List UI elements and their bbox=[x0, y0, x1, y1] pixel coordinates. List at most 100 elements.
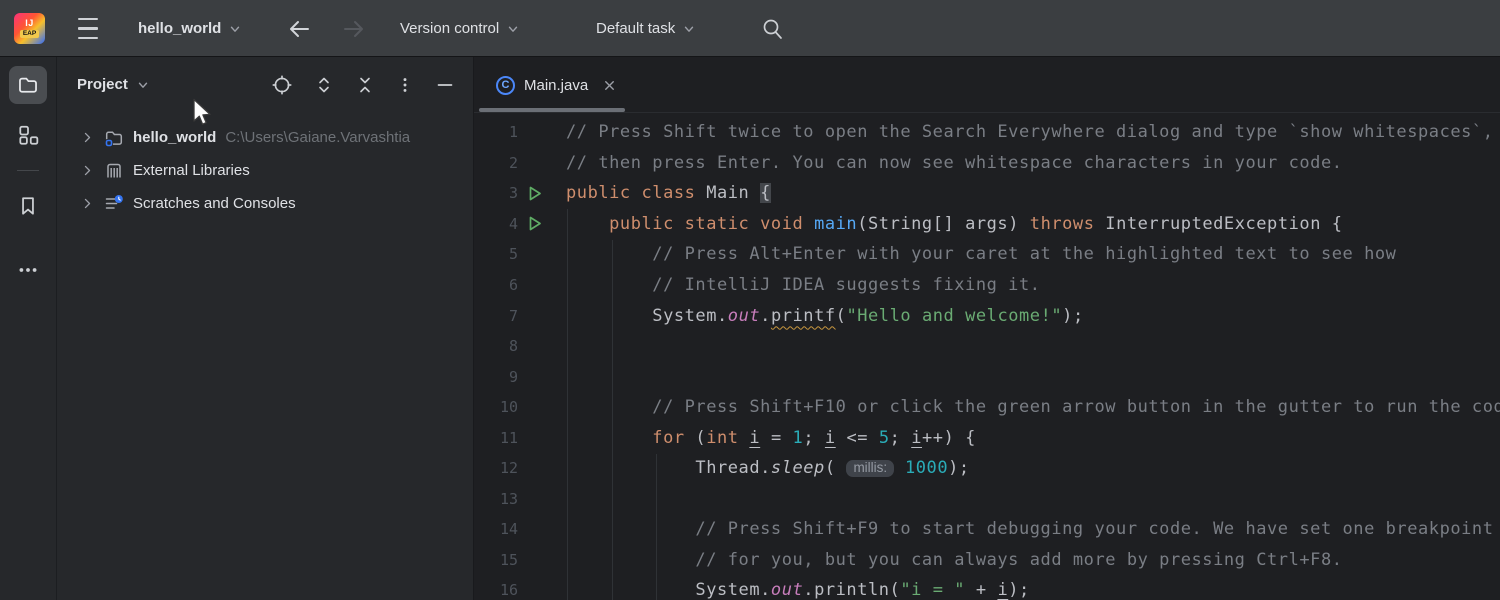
structure-tool-button[interactable] bbox=[9, 116, 47, 154]
expand-all-icon[interactable] bbox=[314, 75, 334, 95]
version-control-widget[interactable]: Version control bbox=[400, 0, 520, 57]
folder-icon bbox=[17, 74, 39, 96]
intellij-logo-icon: IJ EAP bbox=[14, 13, 45, 44]
line-number: 13 bbox=[474, 490, 520, 508]
close-tab-button[interactable] bbox=[602, 78, 617, 93]
run-icon bbox=[527, 215, 543, 232]
active-tab-underline bbox=[479, 108, 625, 112]
line-number: 2 bbox=[474, 154, 520, 172]
code-line-text: public static void main(String[] args) t… bbox=[550, 214, 1343, 234]
code-line-text: // Press Alt+Enter with your caret at th… bbox=[550, 244, 1396, 264]
code-line[interactable]: 11 for (int i = 1; i <= 5; i++) { bbox=[474, 422, 1500, 453]
logo-text: IJ bbox=[25, 18, 34, 28]
code-line[interactable]: 3 public class Main { bbox=[474, 178, 1500, 209]
code-line[interactable]: 5 // Press Alt+Enter with your caret at … bbox=[474, 239, 1500, 270]
line-number: 12 bbox=[474, 459, 520, 477]
collapse-all-icon[interactable] bbox=[355, 75, 375, 95]
code-line[interactable]: 1 // Press Shift twice to open the Search… bbox=[474, 117, 1500, 148]
line-number: 15 bbox=[474, 551, 520, 569]
tree-item-scratches[interactable]: Scratches and Consoles bbox=[57, 187, 473, 220]
code-line[interactable]: 7 System.out.printf("Hello and welcome!"… bbox=[474, 300, 1500, 331]
close-icon bbox=[602, 78, 617, 93]
project-widget-label: hello_world bbox=[138, 20, 221, 37]
tree-item-label: hello_world bbox=[133, 129, 216, 146]
editor-area: C Main.java 1 // Press Shift twice to ope… bbox=[474, 57, 1500, 600]
library-icon bbox=[104, 161, 124, 181]
scratches-icon bbox=[104, 194, 124, 214]
editor-tab-bar: C Main.java bbox=[474, 57, 1500, 113]
task-widget[interactable]: Default task bbox=[596, 0, 696, 57]
chevron-right-icon[interactable] bbox=[81, 164, 94, 177]
code-line[interactable]: 13 bbox=[474, 484, 1500, 515]
code-line[interactable]: 16 System.out.println("i = " + i); bbox=[474, 575, 1500, 600]
code-line-text: // then press Enter. You can now see whi… bbox=[550, 153, 1343, 173]
code-line-text: Thread.sleep( millis: 1000); bbox=[550, 458, 970, 478]
chevron-down-icon bbox=[682, 22, 696, 36]
structure-icon bbox=[17, 124, 39, 146]
project-widget[interactable]: hello_world bbox=[138, 0, 242, 57]
bookmark-icon bbox=[17, 195, 39, 217]
code-line[interactable]: 2 // then press Enter. You can now see wh… bbox=[474, 148, 1500, 179]
module-folder-icon bbox=[104, 128, 124, 148]
project-tool-button[interactable] bbox=[9, 66, 47, 104]
intellij-logo[interactable]: IJ EAP bbox=[14, 0, 45, 57]
code-line[interactable]: 4 public static void main(String[] args)… bbox=[474, 209, 1500, 240]
code-line-text: // IntelliJ IDEA suggests fixing it. bbox=[550, 275, 1041, 295]
code-line[interactable]: 9 bbox=[474, 361, 1500, 392]
tree-item-external-libraries[interactable]: External Libraries bbox=[57, 154, 473, 187]
tab-label: Main.java bbox=[524, 77, 588, 94]
project-panel-title[interactable]: Project bbox=[77, 76, 128, 93]
main-toolbar: IJ EAP hello_world Version control Defau… bbox=[0, 0, 1500, 57]
ellipsis-icon bbox=[17, 259, 39, 281]
kebab-menu-icon[interactable] bbox=[396, 75, 414, 95]
run-gutter-button[interactable] bbox=[520, 215, 550, 232]
line-number: 14 bbox=[474, 520, 520, 538]
line-number: 7 bbox=[474, 307, 520, 325]
hide-panel-icon[interactable] bbox=[435, 75, 455, 95]
stripe-divider bbox=[17, 170, 39, 171]
code-line[interactable]: 15 // for you, but you can always add mo… bbox=[474, 545, 1500, 576]
bookmarks-tool-button[interactable] bbox=[9, 187, 47, 225]
code-line[interactable]: 14 // Press Shift+F9 to start debugging … bbox=[474, 514, 1500, 545]
line-number: 4 bbox=[474, 215, 520, 233]
chevron-right-icon[interactable] bbox=[81, 197, 94, 210]
code-line-text: public class Main { bbox=[550, 183, 771, 203]
forward-button[interactable] bbox=[341, 0, 367, 57]
search-everywhere-button[interactable] bbox=[761, 0, 785, 57]
java-class-icon: C bbox=[496, 76, 515, 95]
code-line-text: System.out.println("i = " + i); bbox=[550, 580, 1030, 600]
tree-item-label: Scratches and Consoles bbox=[133, 195, 296, 212]
run-gutter-button[interactable] bbox=[520, 185, 550, 202]
tree-item-path: C:\Users\Gaiane.Varvashtia bbox=[225, 129, 410, 146]
code-line[interactable]: 8 bbox=[474, 331, 1500, 362]
line-number: 1 bbox=[474, 123, 520, 141]
chevron-right-icon[interactable] bbox=[81, 131, 94, 144]
code-line[interactable]: 12 Thread.sleep( millis: 1000); bbox=[474, 453, 1500, 484]
task-widget-label: Default task bbox=[596, 20, 675, 37]
code-line-text: // for you, but you can always add more … bbox=[550, 550, 1343, 570]
tree-item-hello-world[interactable]: hello_world C:\Users\Gaiane.Varvashtia bbox=[57, 121, 473, 154]
tab-main-java[interactable]: C Main.java bbox=[476, 57, 633, 113]
line-number: 3 bbox=[474, 184, 520, 202]
search-icon bbox=[761, 17, 785, 41]
line-number: 16 bbox=[474, 581, 520, 599]
ide-window: IJ EAP hello_world Version control Defau… bbox=[0, 0, 1500, 600]
more-tool-windows-button[interactable] bbox=[9, 251, 47, 289]
editor-code[interactable]: 1 // Press Shift twice to open the Search… bbox=[474, 113, 1500, 600]
code-line[interactable]: 6 // IntelliJ IDEA suggests fixing it. bbox=[474, 270, 1500, 301]
chevron-down-icon bbox=[136, 78, 150, 92]
project-panel-header: Project bbox=[57, 57, 473, 112]
project-panel: Project hello_world C:\Users bbox=[57, 57, 474, 600]
eap-badge: EAP bbox=[20, 30, 39, 38]
project-panel-actions bbox=[271, 74, 455, 96]
main-menu-button[interactable] bbox=[78, 0, 98, 57]
code-line-text: // Press Shift twice to open the Search … bbox=[550, 122, 1494, 142]
select-opened-file-icon[interactable] bbox=[271, 74, 293, 96]
code-line[interactable]: 10 // Press Shift+F10 or click the green… bbox=[474, 392, 1500, 423]
line-number: 6 bbox=[474, 276, 520, 294]
chevron-down-icon bbox=[506, 22, 520, 36]
tool-window-stripe bbox=[0, 57, 57, 600]
line-number: 11 bbox=[474, 429, 520, 447]
back-arrow-icon bbox=[286, 18, 312, 40]
back-button[interactable] bbox=[286, 0, 312, 57]
